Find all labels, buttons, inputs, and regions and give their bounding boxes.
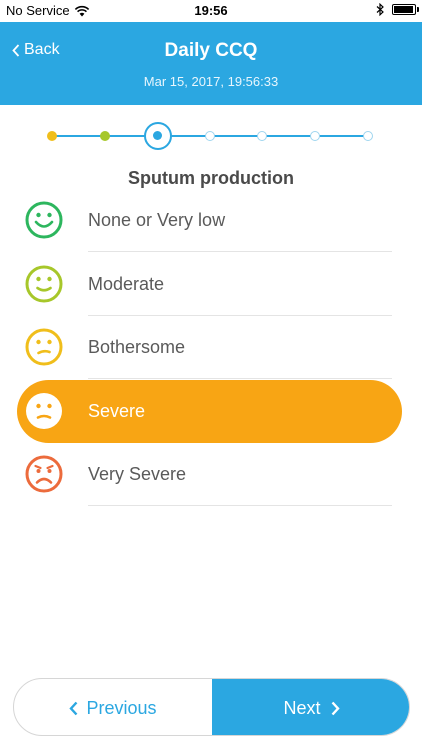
- divider: [88, 251, 392, 252]
- step-5-pending: [257, 131, 267, 141]
- option-severe[interactable]: Severe: [17, 380, 402, 443]
- chevron-right-icon: [331, 701, 340, 715]
- previous-button[interactable]: Previous: [14, 679, 212, 735]
- battery-icon: [392, 4, 419, 15]
- status-right: [376, 3, 419, 16]
- page-subtitle-date: Mar 15, 2017, 19:56:33: [143, 74, 279, 89]
- status-bar: No Service 19:56: [0, 0, 422, 22]
- chevron-left-icon: [69, 701, 78, 715]
- happy-face-icon: [25, 265, 63, 303]
- sad-face-icon: [26, 393, 62, 429]
- question-title: Sputum production: [128, 168, 294, 188]
- step-3-current: [144, 122, 172, 150]
- page-title: Daily CCQ: [164, 40, 258, 61]
- step-1-completed: [47, 131, 57, 141]
- header-bar: Back Daily CCQ Mar 15, 2017, 19:56:33: [0, 22, 422, 105]
- next-button[interactable]: Next: [212, 679, 409, 735]
- very-happy-face-icon: [25, 201, 63, 239]
- option-label: Moderate: [88, 274, 165, 294]
- option-moderate[interactable]: Moderate: [17, 253, 402, 316]
- option-label: None or Very low: [88, 210, 226, 230]
- option-none-or-very-low[interactable]: None or Very low: [17, 189, 402, 252]
- step-7-pending: [363, 131, 373, 141]
- option-label: Very Severe: [88, 464, 187, 484]
- step-6-pending: [310, 131, 320, 141]
- neutral-face-icon: [25, 328, 63, 366]
- option-bothersome[interactable]: Bothersome: [17, 316, 402, 379]
- very-sad-face-icon: [25, 455, 63, 493]
- progress-stepper: [0, 120, 422, 152]
- option-very-severe[interactable]: Very Severe: [17, 443, 402, 506]
- bottom-navigation: Previous Next: [13, 678, 410, 736]
- status-time: 19:56: [194, 3, 228, 18]
- bluetooth-icon: [376, 3, 384, 16]
- step-2-completed: [100, 131, 110, 141]
- divider: [88, 378, 392, 379]
- step-4-pending: [205, 131, 215, 141]
- option-label: Severe: [88, 401, 146, 421]
- option-label: Bothersome: [88, 337, 186, 357]
- previous-label: Previous: [86, 697, 157, 718]
- next-label: Next: [283, 697, 321, 718]
- divider: [88, 505, 392, 506]
